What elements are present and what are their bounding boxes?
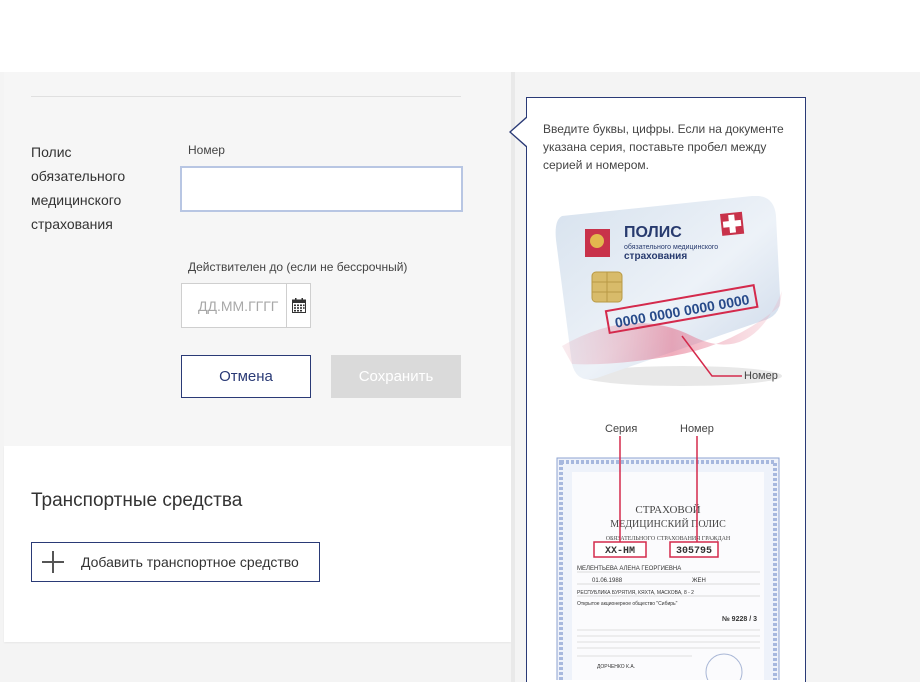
paper-number-value: 305795 [676, 546, 712, 557]
cancel-button[interactable]: Отмена [181, 355, 311, 398]
save-button[interactable]: Сохранить [331, 355, 461, 398]
holder-name: МЕЛЕНТЬЕВА АЛЕНА ГЕОРГИЕВНА [577, 566, 681, 572]
series-value: ХХ-НМ [605, 546, 635, 557]
policy-field-label: Полис обязательного медицинского страхов… [31, 144, 126, 232]
valid-until-label: Действителен до (если не бессрочный) [188, 260, 408, 274]
card-subtitle-1: обязательного медицинского [624, 243, 718, 251]
card-number-caption: Номер [744, 370, 778, 382]
calendar-button[interactable] [286, 284, 310, 327]
policy-card-illustration: ПОЛИС обязательного медицинского страхов… [555, 196, 782, 386]
paper-number-caption: Номер [680, 423, 714, 435]
plus-icon [42, 551, 64, 573]
paper-policy-illustration: Серия Номер СТРАХОВОЙ МЕДИЦИНСКИЙ ПОЛИС … [556, 423, 780, 680]
address: РЕСПУБЛИКА БУРЯТИЯ, КЯХТА, МАСКОВА, 8 - … [577, 590, 694, 596]
valid-until-date-input[interactable] [182, 284, 286, 327]
insurer: Открытое акционерное общество "Сибирь" [577, 601, 678, 607]
policy-number-input[interactable] [180, 166, 463, 212]
signer: ДОРЧЕНКО К.А. [597, 664, 635, 670]
card-subtitle-2: страхования [624, 251, 687, 262]
paper-header-1: СТРАХОВОЙ [635, 504, 700, 516]
number-label: Номер [188, 143, 225, 157]
card-title: ПОЛИС [624, 224, 682, 241]
series-caption: Серия [605, 423, 637, 435]
gender: ЖЕН [692, 578, 706, 584]
paper-header-3: ОБЯЗАТЕЛЬНОГО СТРАХОВАНИЯ ГРАЖДАН [606, 536, 731, 542]
add-vehicle-button[interactable]: Добавить транспортное средство [31, 542, 320, 582]
birth-date: 01.06.1988 [592, 578, 623, 584]
calendar-icon [291, 298, 306, 313]
vehicles-panel: Транспортные средства Добавить транспорт… [4, 446, 511, 642]
divider [31, 96, 461, 97]
policy-form-panel: Полис обязательного медицинского страхов… [4, 72, 511, 446]
vehicles-title: Транспортные средства [31, 490, 243, 511]
paper-header-2: МЕДИЦИНСКИЙ ПОЛИС [610, 518, 726, 530]
column-divider [511, 72, 515, 682]
tooltip-hint-text: Введите буквы, цифры. Если на документе … [543, 122, 784, 172]
valid-until-date-field [181, 283, 311, 328]
doc-number: № 9228 / 3 [722, 615, 757, 623]
tooltip-arrow-fill [511, 117, 528, 147]
policy-hint-tooltip: Введите буквы, цифры. Если на документе … [509, 97, 806, 682]
add-vehicle-label: Добавить транспортное средство [81, 554, 299, 570]
